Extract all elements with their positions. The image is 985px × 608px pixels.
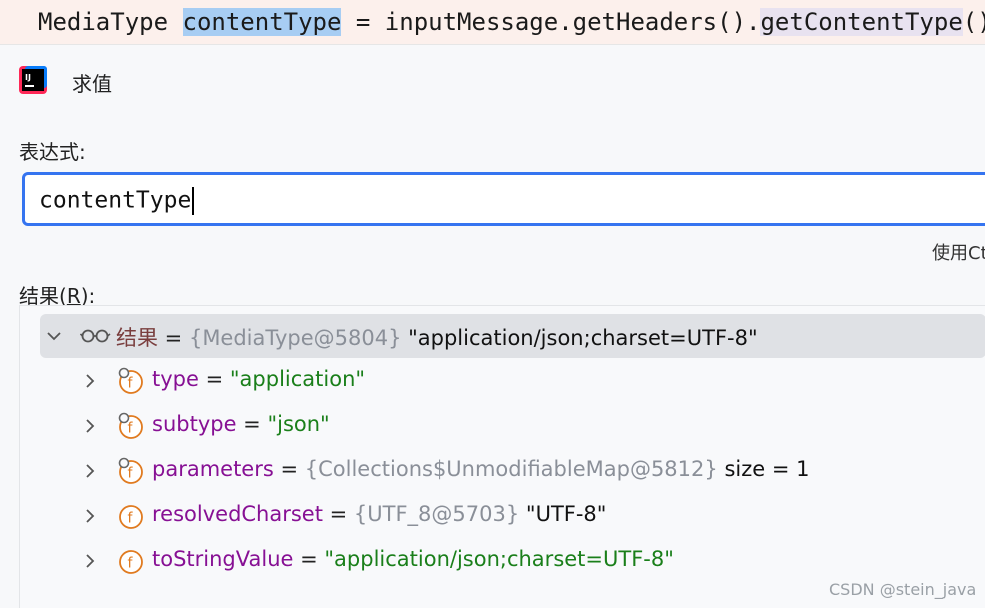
field-name: parameters — [152, 457, 274, 481]
code-variable-highlight: contentType — [182, 8, 342, 36]
tree-row-subtype[interactable]: f subtype = "json" — [20, 404, 985, 448]
chevron-down-icon[interactable] — [44, 326, 64, 346]
code-method: getContentType — [760, 8, 963, 36]
root-value: "application/json;charset=UTF-8" — [401, 326, 758, 350]
field-icon: f — [117, 547, 143, 574]
field-ref: {UTF_8@5703} — [353, 502, 520, 526]
expression-value: contentType — [39, 187, 192, 214]
code-text: MediaType contentType = inputMessage.get… — [38, 0, 985, 44]
field-eq: = — [293, 547, 325, 571]
field-eq: = — [273, 457, 305, 481]
chevron-right-icon[interactable] — [80, 416, 100, 436]
field-value: "UTF-8" — [519, 502, 607, 526]
expression-input[interactable]: contentType — [22, 172, 985, 226]
field-value: "application" — [229, 367, 366, 391]
field-final-icon: f — [117, 457, 143, 484]
field-value: "application/json;charset=UTF-8" — [324, 547, 674, 571]
tree-row-toStringValue[interactable]: f toStringValue = "application/json;chars… — [20, 539, 985, 583]
intellij-logo-icon: IJ — [19, 66, 47, 94]
field-eq: = — [322, 502, 354, 526]
chevron-right-icon[interactable] — [80, 461, 100, 481]
field-ref: {Collections$UnmodifiableMap@5812} — [304, 457, 718, 481]
tree-root-row[interactable]: 结果 = {MediaType@5804} "application/json;… — [40, 314, 985, 358]
chevron-right-icon[interactable] — [80, 506, 100, 526]
watch-glasses-icon — [79, 326, 112, 346]
field-eq: = — [236, 412, 268, 436]
root-name: 结果 — [116, 326, 158, 350]
dialog-title: 求值 — [72, 72, 112, 96]
hint-text: 使用Ct — [932, 243, 985, 264]
field-final-icon: f — [117, 412, 143, 439]
tree-row-type[interactable]: f type = "application" — [20, 359, 985, 403]
watermark: CSDN @stein_java — [829, 580, 977, 599]
root-eq: = — [158, 326, 189, 350]
result-tree[interactable]: 结果 = {MediaType@5804} "application/json;… — [19, 305, 985, 608]
tree-row-resolvedCharset[interactable]: f resolvedCharset = {UTF_8@5703} "UTF-8" — [20, 494, 985, 538]
svg-text:IJ: IJ — [25, 73, 31, 82]
field-icon: f — [117, 502, 143, 529]
root-ref: {MediaType@5804} — [188, 326, 402, 350]
field-name: resolvedCharset — [152, 502, 323, 526]
field-name: type — [152, 367, 199, 391]
field-value: "json" — [267, 412, 330, 436]
field-extra: size = 1 — [717, 457, 810, 481]
code-call: = inputMessage.getHeaders(). — [341, 8, 761, 36]
chevron-right-icon[interactable] — [80, 551, 100, 571]
field-eq: = — [198, 367, 230, 391]
editor-code-line: MediaType contentType = inputMessage.get… — [0, 0, 985, 45]
tree-row-parameters[interactable]: f parameters = {Collections$UnmodifiableM… — [20, 449, 985, 493]
field-final-icon: f — [117, 367, 143, 394]
field-name: subtype — [152, 412, 237, 436]
code-type: MediaType — [38, 8, 183, 36]
code-suffix: (); — [962, 8, 985, 36]
text-caret — [192, 187, 195, 215]
chevron-right-icon[interactable] — [80, 371, 100, 391]
field-name: toStringValue — [152, 547, 294, 571]
expression-label: 表达式: — [19, 140, 86, 164]
